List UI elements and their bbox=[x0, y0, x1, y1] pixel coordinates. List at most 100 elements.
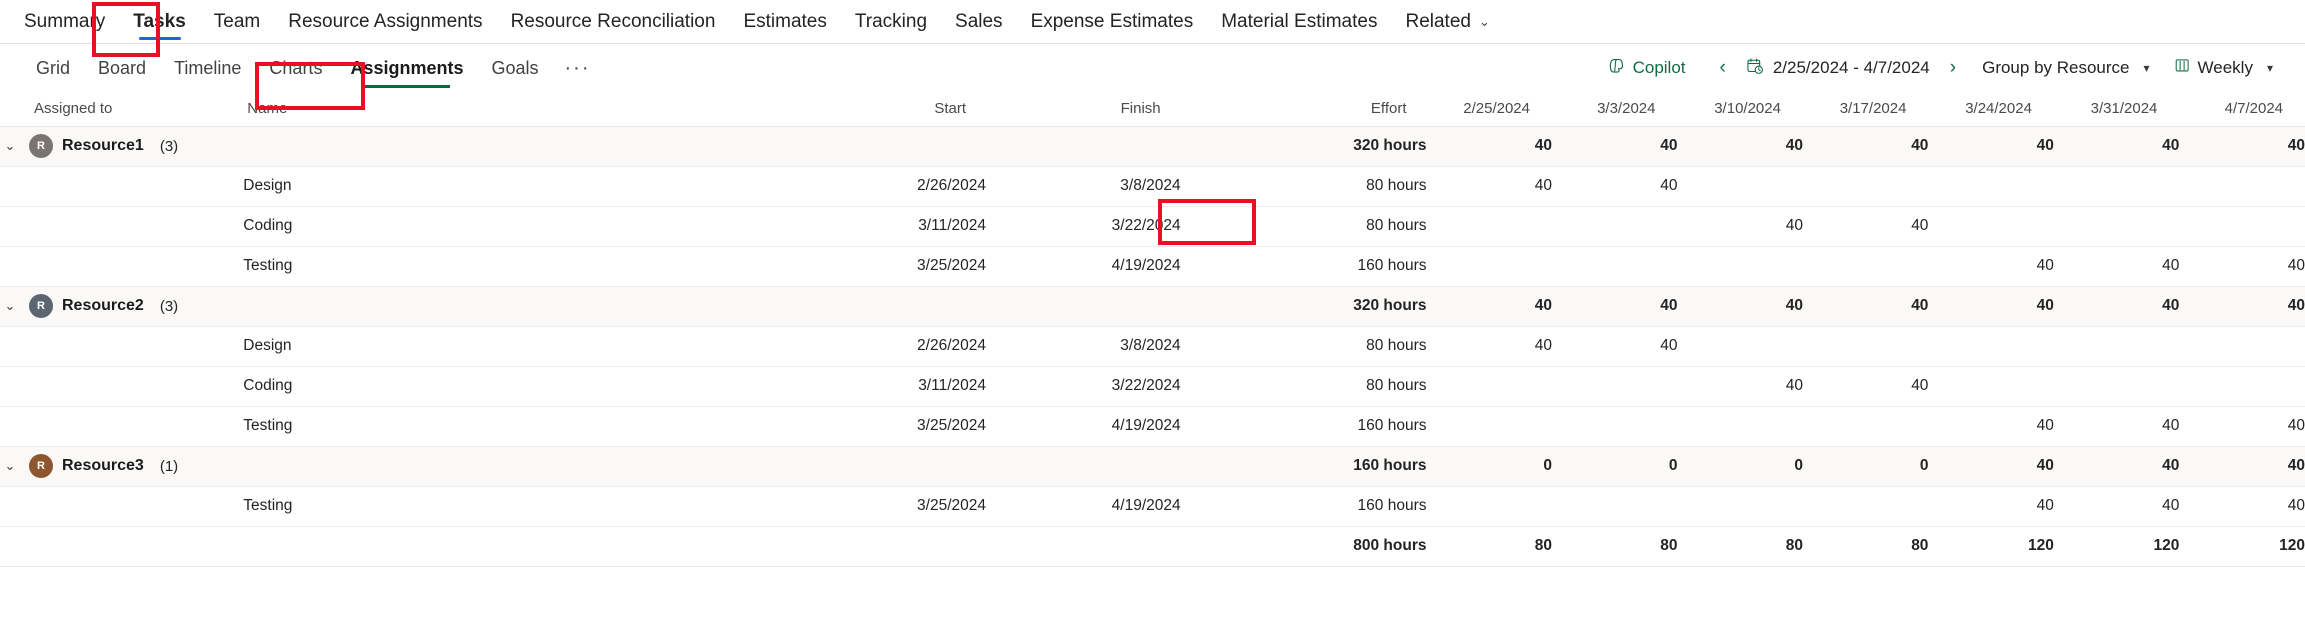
group-week-cell[interactable]: 40 bbox=[2179, 126, 2305, 167]
group-week-cell[interactable]: 0 bbox=[1802, 446, 1929, 487]
task-week-cell[interactable]: 40 bbox=[1677, 206, 1803, 246]
top-nav-item-tracking[interactable]: Tracking bbox=[841, 0, 941, 44]
task-week-cell[interactable] bbox=[2054, 206, 2179, 246]
group-week-cell[interactable]: 0 bbox=[1551, 446, 1678, 487]
task-week-cell[interactable] bbox=[1803, 486, 1928, 526]
column-header-start[interactable]: Start bbox=[793, 92, 986, 127]
task-week-cell[interactable] bbox=[1552, 406, 1677, 446]
task-week-cell[interactable] bbox=[1677, 166, 1802, 206]
task-week-cell[interactable] bbox=[2054, 326, 2179, 366]
task-week-cell[interactable] bbox=[1427, 206, 1552, 246]
top-nav-item-resource-assignments[interactable]: Resource Assignments bbox=[274, 0, 496, 44]
group-week-cell[interactable]: 40 bbox=[1551, 126, 1678, 167]
task-name-cell[interactable]: Coding bbox=[243, 366, 794, 406]
top-nav-item-related[interactable]: Related ⌄ bbox=[1391, 0, 1503, 44]
task-row[interactable]: Design 2/26/2024 3/8/2024 80 hours 40 40 bbox=[0, 166, 2305, 206]
task-name-cell[interactable]: Design bbox=[243, 166, 794, 206]
view-tab-charts[interactable]: Charts bbox=[255, 46, 336, 90]
view-tab-grid[interactable]: Grid bbox=[22, 46, 84, 90]
group-week-cell[interactable]: 40 bbox=[2179, 286, 2305, 327]
task-week-cell[interactable]: 40 bbox=[1928, 486, 2054, 526]
week-column-header[interactable]: 3/10/2024 bbox=[1677, 92, 1803, 127]
task-week-cell[interactable] bbox=[1427, 406, 1552, 446]
task-week-cell[interactable] bbox=[1928, 206, 2053, 246]
task-name-cell[interactable]: Testing bbox=[243, 406, 794, 446]
task-week-cell[interactable]: 40 bbox=[1803, 366, 1928, 406]
week-column-header[interactable]: 4/7/2024 bbox=[2179, 92, 2305, 127]
group-week-cell[interactable]: 40 bbox=[2053, 446, 2180, 487]
group-week-cell[interactable]: 40 bbox=[1677, 126, 1803, 167]
task-week-cell[interactable] bbox=[1928, 326, 2053, 366]
task-week-cell[interactable]: 40 bbox=[1928, 246, 2054, 286]
previous-period-button[interactable]: ‹ bbox=[1706, 51, 1740, 85]
group-week-cell[interactable]: 40 bbox=[1928, 126, 2054, 167]
date-range-picker[interactable]: 2/25/2024 - 4/7/2024 bbox=[1740, 51, 1936, 86]
column-header-name[interactable]: Name bbox=[243, 92, 794, 127]
task-week-cell[interactable] bbox=[1427, 486, 1552, 526]
copilot-button[interactable]: Copilot bbox=[1595, 50, 1698, 86]
group-week-cell[interactable]: 40 bbox=[1802, 286, 1929, 327]
task-week-cell[interactable] bbox=[1552, 366, 1677, 406]
top-nav-item-resource-reconciliation[interactable]: Resource Reconciliation bbox=[497, 0, 730, 44]
task-week-cell[interactable] bbox=[1552, 206, 1677, 246]
task-name-cell[interactable]: Testing bbox=[243, 246, 794, 286]
week-column-header[interactable]: 3/31/2024 bbox=[2053, 92, 2180, 127]
resource-group-row[interactable]: ⌄ R Resource3 (1) 160 hours 0 0 0 0 40 40 40 bbox=[0, 446, 2305, 487]
task-week-cell[interactable]: 40 bbox=[1928, 406, 2054, 446]
column-header-finish[interactable]: Finish bbox=[986, 92, 1181, 127]
group-week-cell[interactable]: 40 bbox=[2179, 446, 2305, 487]
group-week-cell[interactable]: 40 bbox=[1928, 286, 2054, 327]
task-week-cell[interactable] bbox=[2179, 166, 2305, 206]
task-week-cell[interactable] bbox=[1803, 326, 1928, 366]
time-scale-dropdown[interactable]: Weekly ▾ bbox=[2162, 51, 2285, 85]
resource-group-cell[interactable]: ⌄ R Resource2 (3) bbox=[0, 286, 244, 327]
top-nav-item-tasks[interactable]: Tasks bbox=[119, 0, 199, 44]
task-week-cell[interactable]: 40 bbox=[2179, 486, 2305, 526]
task-week-cell[interactable] bbox=[1677, 486, 1802, 526]
group-by-dropdown[interactable]: Group by Resource ▾ bbox=[1970, 52, 2161, 84]
task-week-cell[interactable]: 40 bbox=[2054, 406, 2179, 446]
group-week-cell[interactable]: 40 bbox=[1802, 126, 1929, 167]
task-row[interactable]: Coding 3/11/2024 3/22/2024 80 hours 40 40 bbox=[0, 206, 2305, 246]
task-week-cell[interactable] bbox=[2179, 366, 2305, 406]
chevron-down-icon[interactable]: ⌄ bbox=[0, 138, 20, 154]
task-row[interactable]: Testing 3/25/2024 4/19/2024 160 hours 40 40 40 bbox=[0, 246, 2305, 286]
top-nav-item-team[interactable]: Team bbox=[200, 0, 274, 44]
column-header-effort[interactable]: Effort bbox=[1180, 92, 1427, 127]
task-week-cell[interactable]: 40 bbox=[2179, 406, 2305, 446]
task-week-cell[interactable]: 40 bbox=[1427, 166, 1552, 206]
task-week-cell[interactable] bbox=[2054, 166, 2179, 206]
top-nav-item-summary[interactable]: Summary bbox=[10, 0, 119, 44]
task-week-cell[interactable] bbox=[1803, 166, 1928, 206]
task-name-cell[interactable]: Testing bbox=[243, 486, 794, 526]
task-week-cell[interactable] bbox=[1677, 326, 1802, 366]
chevron-down-icon[interactable]: ⌄ bbox=[0, 298, 20, 314]
task-week-cell[interactable] bbox=[1928, 366, 2053, 406]
week-column-header[interactable]: 3/3/2024 bbox=[1551, 92, 1678, 127]
task-week-cell[interactable]: 40 bbox=[1803, 206, 1928, 246]
group-week-cell[interactable]: 40 bbox=[1928, 446, 2054, 487]
next-period-button[interactable]: › bbox=[1936, 51, 1970, 85]
group-week-cell[interactable]: 40 bbox=[2053, 286, 2180, 327]
resource-group-row[interactable]: ⌄ R Resource2 (3) 320 hours 40 40 40 40 40 40 40 bbox=[0, 286, 2305, 327]
resource-group-cell[interactable]: ⌄ R Resource3 (1) bbox=[0, 446, 244, 487]
task-week-cell[interactable] bbox=[2179, 206, 2305, 246]
top-nav-item-sales[interactable]: Sales bbox=[941, 0, 1017, 44]
task-week-cell[interactable] bbox=[1427, 246, 1552, 286]
task-week-cell[interactable] bbox=[1552, 486, 1677, 526]
top-nav-item-expense-estimates[interactable]: Expense Estimates bbox=[1017, 0, 1208, 44]
task-week-cell[interactable]: 40 bbox=[1427, 326, 1552, 366]
task-row[interactable]: Coding 3/11/2024 3/22/2024 80 hours 40 40 bbox=[0, 366, 2305, 406]
view-tab-timeline[interactable]: Timeline bbox=[160, 46, 255, 90]
task-row[interactable]: Design 2/26/2024 3/8/2024 80 hours 40 40 bbox=[0, 326, 2305, 366]
task-week-cell[interactable] bbox=[1803, 406, 1928, 446]
task-week-cell[interactable]: 40 bbox=[1677, 366, 1803, 406]
group-week-cell[interactable]: 40 bbox=[2053, 126, 2180, 167]
task-week-cell[interactable] bbox=[1677, 246, 1802, 286]
task-week-cell[interactable] bbox=[1803, 246, 1928, 286]
more-views-overflow-button[interactable]: ··· bbox=[553, 58, 603, 78]
column-header-assigned-to[interactable]: Assigned to bbox=[0, 92, 244, 127]
group-week-cell[interactable]: 40 bbox=[1677, 286, 1803, 327]
task-week-cell[interactable] bbox=[1427, 366, 1552, 406]
group-week-cell[interactable]: 40 bbox=[1426, 126, 1552, 167]
